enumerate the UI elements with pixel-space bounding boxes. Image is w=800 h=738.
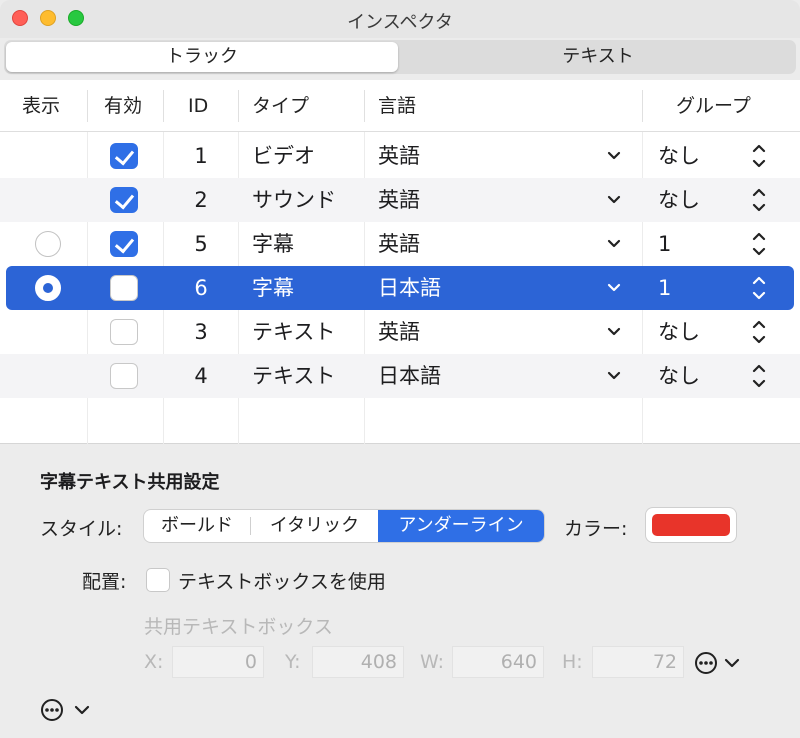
group-stepper-value[interactable]: なし [658,134,700,178]
shared-settings-title: 字幕テキスト共用設定 [40,472,220,493]
header-group[interactable]: グループ [676,80,751,132]
track-id: 3 [194,320,208,344]
up-down-chevron-icon[interactable] [750,266,772,310]
style-italic-segment[interactable]: イタリック [251,510,378,542]
track-id: 4 [194,364,208,388]
chevron-down-icon[interactable] [606,178,628,222]
table-row[interactable]: 4 テキスト 日本語 なし [0,354,800,398]
chevron-down-icon[interactable] [606,310,628,354]
header-show[interactable]: 表示 [22,80,60,132]
h-field[interactable]: 72 [592,646,684,678]
y-label: Y: [285,651,301,673]
track-type: 字幕 [252,276,294,300]
style-label: スタイル: [40,518,123,540]
enabled-checkbox[interactable] [110,319,138,345]
table-header: 表示 有効 ID タイプ 言語 グループ [0,80,800,132]
language-popup[interactable]: 日本語 [378,266,441,310]
enabled-checkbox[interactable] [110,275,138,301]
shared-textbox-label: 共用テキストボックス [144,616,333,638]
header-language[interactable]: 言語 [378,80,416,132]
track-type: 字幕 [252,232,294,256]
table-row[interactable]: 1 ビデオ 英語 なし [0,134,800,178]
language-popup[interactable]: 英語 [378,222,420,266]
tab-text[interactable]: テキスト [402,42,794,72]
chevron-down-icon[interactable] [606,222,628,266]
table-row[interactable]: 3 テキスト 英語 なし [0,310,800,354]
show-radio[interactable] [35,275,61,301]
up-down-chevron-icon[interactable] [750,178,772,222]
h-label: H: [562,651,583,673]
header-type[interactable]: タイプ [252,80,309,132]
enabled-checkbox[interactable] [110,231,138,257]
table-row[interactable]: 2 サウンド 英語 なし [0,178,800,222]
track-id: 1 [194,144,208,168]
language-popup[interactable]: 英語 [378,310,420,354]
group-stepper-value[interactable]: なし [658,354,700,398]
show-radio[interactable] [35,231,61,257]
chevron-down-icon[interactable] [606,354,628,398]
color-swatch [652,514,730,536]
style-underline-segment[interactable]: アンダーライン [378,510,544,542]
enabled-checkbox[interactable] [110,363,138,389]
y-field[interactable]: 408 [312,646,404,678]
w-label: W: [420,651,445,673]
group-stepper-value[interactable]: 1 [658,222,671,266]
x-field[interactable]: 0 [172,646,264,678]
placement-label: 配置: [82,571,127,593]
track-type: サウンド [252,188,336,212]
color-label: カラー: [564,518,628,540]
chevron-down-icon[interactable] [606,266,628,310]
style-bold-segment[interactable]: ボールド [144,510,250,542]
use-textbox-checkbox[interactable] [146,568,170,592]
use-textbox-label: テキストボックスを使用 [178,571,386,593]
language-popup[interactable]: 日本語 [378,354,441,398]
chevron-down-icon[interactable] [606,134,628,178]
style-segmented-control: ボールド イタリック アンダーライン [144,510,544,542]
group-stepper-value[interactable]: 1 [658,266,671,310]
table-row[interactable]: 6 字幕 日本語 1 [6,266,794,310]
track-id: 5 [194,232,208,256]
up-down-chevron-icon[interactable] [750,134,772,178]
ellipsis-circle-icon [695,652,740,674]
textbox-more-menu[interactable] [694,650,744,680]
track-table: 表示 有効 ID タイプ 言語 グループ 1 ビデオ 英語 なし 2 サウンド 英語 なし 5 字… [0,80,800,444]
group-stepper-value[interactable]: なし [658,178,700,222]
track-type: テキスト [252,320,336,344]
ellipsis-circle-icon [41,699,90,721]
header-enabled[interactable]: 有効 [104,80,142,132]
track-type: ビデオ [252,144,315,168]
track-type: テキスト [252,364,336,388]
enabled-checkbox[interactable] [110,143,138,169]
w-field[interactable]: 640 [452,646,544,678]
group-stepper-value[interactable]: なし [658,310,700,354]
x-label: X: [144,651,164,673]
header-id[interactable]: ID [188,80,208,132]
up-down-chevron-icon[interactable] [750,222,772,266]
language-popup[interactable]: 英語 [378,178,420,222]
inspector-window: インスペクタ トラック テキスト 表示 有効 ID タイプ 言語 グループ 1 ビ… [0,0,800,738]
window-title: インスペクタ [347,12,453,33]
enabled-checkbox[interactable] [110,187,138,213]
track-id: 6 [194,276,208,300]
language-popup[interactable]: 英語 [378,134,420,178]
tab-bar: トラック テキスト [4,40,796,74]
table-row[interactable]: 5 字幕 英語 1 [0,222,800,266]
up-down-chevron-icon[interactable] [750,310,772,354]
up-down-chevron-icon[interactable] [750,354,772,398]
track-id: 2 [194,188,208,212]
options-more-menu[interactable] [40,697,92,727]
tab-track[interactable]: トラック [6,42,398,72]
color-well[interactable] [646,508,736,542]
title-bar[interactable]: インスペクタ [0,0,800,38]
